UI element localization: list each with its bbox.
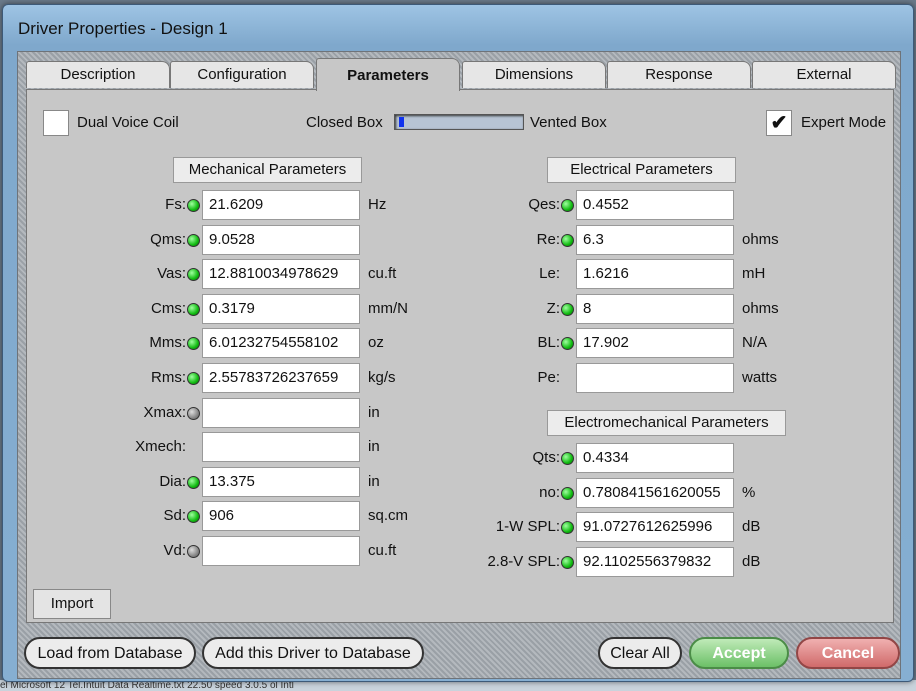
cms-unit: mm/N — [368, 299, 408, 317]
pe-unit: watts — [742, 369, 778, 386]
tab-response[interactable]: Response — [607, 61, 751, 88]
qes-status-led-icon — [561, 199, 574, 212]
tab-parameters[interactable]: Parameters — [316, 58, 460, 91]
le-field[interactable]: 1.6216 — [576, 259, 734, 290]
bl-field[interactable]: 17.902 — [576, 328, 734, 359]
z-unit: ohms — [742, 299, 779, 317]
le-unit: mH — [742, 265, 766, 283]
cms-status-led-icon — [187, 302, 200, 316]
tab-configuration[interactable]: Configuration — [170, 61, 314, 88]
dia-unit: in — [368, 472, 380, 490]
cms-field[interactable]: 0.3179 — [202, 293, 360, 324]
box-type-slider-thumb[interactable] — [399, 117, 405, 127]
rms-status-led-icon — [187, 372, 200, 385]
electromechanical-parameters-header: Electromechanical Parameters — [547, 410, 786, 436]
mms-label: Mms: — [149, 334, 186, 352]
le-label: Le: — [539, 265, 560, 283]
vas-unit: cu.ft — [368, 265, 397, 283]
sd-unit: sq.cm — [368, 507, 409, 525]
vas-field[interactable]: 12.8810034978629 — [202, 259, 360, 290]
xmech-label: Xmech: — [135, 438, 186, 456]
pe-field[interactable] — [576, 363, 734, 393]
dia-label: Dia: — [159, 472, 186, 490]
2-8-v-spl-unit: dB — [742, 552, 761, 570]
2-8-v-spl-status-led-icon — [561, 555, 574, 569]
closed-box-label: Closed Box — [306, 114, 383, 131]
no-status-led-icon — [561, 486, 574, 500]
xmax-field[interactable] — [202, 397, 360, 428]
cancel-button[interactable]: Cancel — [796, 637, 900, 669]
re-field[interactable]: 6.3 — [576, 224, 734, 255]
tab-description[interactable]: Description — [26, 61, 170, 88]
1-w-spl-field[interactable]: 91.0727612625996 — [576, 512, 734, 543]
vented-box-label: Vented Box — [530, 114, 607, 131]
expert-mode-label: Expert Mode — [801, 114, 887, 131]
re-status-led-icon — [561, 233, 574, 247]
cms-label: Cms: — [151, 299, 186, 317]
mms-unit: oz — [368, 334, 384, 352]
z-status-led-icon — [561, 302, 574, 316]
2-8-v-spl-label: 2.8-V SPL: — [487, 552, 560, 570]
qts-status-led-icon — [561, 452, 574, 465]
qes-label: Qes: — [528, 196, 560, 213]
load-from-database-button[interactable]: Load from Database — [24, 637, 196, 669]
no-field[interactable]: 0.780841561620055 — [576, 477, 734, 508]
window-title: Driver Properties - Design 1 — [18, 19, 228, 38]
qts-field[interactable]: 0.4334 — [576, 443, 734, 473]
dia-status-led-icon — [187, 475, 200, 489]
pe-label: Pe: — [537, 369, 560, 386]
fs-field[interactable]: 21.6209 — [202, 190, 360, 220]
check-icon: ✔ — [770, 112, 788, 134]
tab-bar: Description Configuration Parameters Dim… — [22, 56, 902, 91]
1-w-spl-unit: dB — [742, 518, 761, 536]
mms-field[interactable]: 6.01232754558102 — [202, 328, 360, 359]
xmech-field[interactable] — [202, 432, 360, 463]
re-label: Re: — [536, 230, 560, 248]
no-label: no: — [539, 483, 560, 501]
accept-button[interactable]: Accept — [689, 637, 789, 669]
add-driver-to-database-button[interactable]: Add this Driver to Database — [202, 637, 424, 669]
electrical-parameters-header: Electrical Parameters — [547, 157, 736, 183]
dual-voice-coil-checkbox[interactable] — [43, 110, 69, 136]
dual-voice-coil-label: Dual Voice Coil — [77, 114, 179, 131]
bl-unit: N/A — [742, 334, 768, 352]
1-w-spl-label: 1-W SPL: — [495, 518, 560, 536]
bl-label: BL: — [537, 334, 560, 352]
dia-field[interactable]: 13.375 — [202, 466, 360, 497]
import-button[interactable]: Import — [33, 589, 111, 619]
xmax-status-led-icon — [187, 406, 200, 420]
sd-label: Sd: — [163, 507, 186, 525]
fs-label: Fs: — [165, 196, 186, 213]
qes-field[interactable]: 0.4552 — [576, 190, 734, 220]
expert-mode-checkbox[interactable]: ✔ — [766, 110, 792, 136]
rms-unit: kg/s — [368, 369, 396, 386]
qms-status-led-icon — [187, 233, 200, 247]
box-type-slider[interactable] — [394, 114, 524, 130]
no-unit: % — [742, 483, 756, 501]
2-8-v-spl-field[interactable]: 92.1102556379832 — [576, 546, 734, 577]
sd-field[interactable]: 906 — [202, 501, 360, 532]
xmax-unit: in — [368, 403, 380, 421]
vd-unit: cu.ft — [368, 542, 397, 559]
qms-label: Qms: — [150, 230, 186, 248]
rms-field[interactable]: 2.55783726237659 — [202, 363, 360, 393]
vd-status-led-icon — [187, 545, 200, 558]
fs-unit: Hz — [368, 196, 387, 213]
tab-dimensions[interactable]: Dimensions — [462, 61, 606, 88]
fs-status-led-icon — [187, 199, 200, 212]
xmax-label: Xmax: — [143, 403, 186, 421]
qts-label: Qts: — [532, 449, 560, 466]
vas-label: Vas: — [157, 265, 186, 283]
rms-label: Rms: — [151, 369, 186, 386]
vd-label: Vd: — [163, 542, 186, 559]
clear-all-button[interactable]: Clear All — [598, 637, 682, 669]
tab-external[interactable]: External — [752, 61, 896, 88]
qms-field[interactable]: 9.0528 — [202, 224, 360, 255]
vd-field[interactable] — [202, 536, 360, 566]
re-unit: ohms — [742, 230, 779, 248]
z-field[interactable]: 8 — [576, 293, 734, 324]
z-label: Z: — [546, 299, 560, 317]
mechanical-parameters-header: Mechanical Parameters — [173, 157, 362, 183]
xmech-unit: in — [368, 438, 380, 456]
